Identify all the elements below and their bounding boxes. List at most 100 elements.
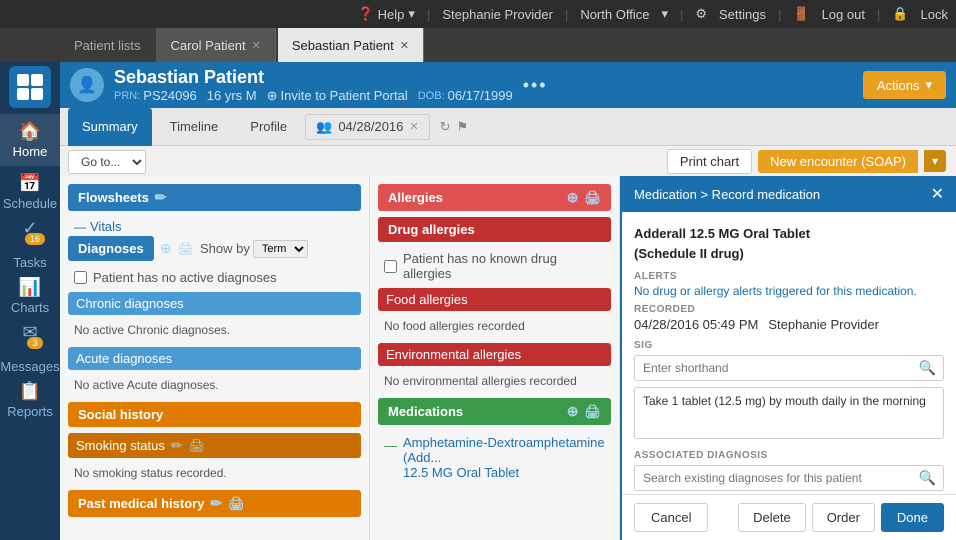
sidebar-item-reports[interactable]: 📋 Reports — [0, 374, 60, 426]
tab-timeline[interactable]: Timeline — [156, 108, 233, 146]
past-medical-print-icon[interactable]: 🖨 — [228, 496, 245, 512]
tab-summary[interactable]: Summary — [68, 108, 152, 146]
actions-chevron: ▾ — [925, 77, 932, 93]
diagnoses-add-icon[interactable]: ⊕ — [160, 240, 172, 257]
sebastian-patient-tab[interactable]: Sebastian Patient ✕ — [278, 28, 424, 62]
recorded-label: RECORDED — [634, 304, 944, 315]
sidebar-item-messages[interactable]: ✉ 3 Messages — [0, 322, 60, 374]
encounter-date-badge[interactable]: 👥 04/28/2016 ✕ — [305, 114, 429, 140]
patient-info: PRN: PS24096 16 yrs M ⊕ Invite to Patien… — [114, 88, 513, 104]
medication-item[interactable]: — Amphetamine-Dextroamphetamine (Add... … — [378, 431, 611, 484]
alerts-label: ALERTS — [634, 271, 944, 282]
cancel-button[interactable]: Cancel — [634, 503, 708, 532]
provider-name: Stephanie Provider — [442, 7, 553, 22]
sig-textarea[interactable]: Take 1 tablet (12.5 mg) by mouth daily i… — [634, 387, 944, 439]
acute-diagnoses-header: Acute diagnoses — [68, 347, 361, 370]
logout-icon: 🚪 — [793, 6, 809, 22]
patient-name: Sebastian Patient — [114, 67, 513, 88]
patient-lists-tab[interactable]: Patient lists — [60, 28, 154, 62]
order-button[interactable]: Order — [812, 503, 875, 532]
smoking-print-icon[interactable]: 🖨 — [189, 438, 206, 454]
sig-shorthand-input[interactable] — [634, 355, 944, 381]
allergies-print-icon[interactable]: 🖨 — [584, 190, 601, 206]
vitals-link[interactable]: Vitals — [68, 217, 361, 236]
assoc-diag-label: ASSOCIATED DIAGNOSIS — [634, 450, 944, 461]
past-medical-edit-icon[interactable]: ✏ — [210, 495, 222, 512]
flowsheets-title: Flowsheets — [78, 190, 149, 205]
recorded-text: 04/28/2016 05:49 PM Stephanie Provider — [634, 317, 944, 332]
social-history-title: Social history — [78, 407, 163, 422]
diagnoses-header: Diagnoses ⊕ 🖨 Show by Term — [68, 236, 361, 261]
sidebar-item-charts[interactable]: 📊 Charts — [0, 270, 60, 322]
sebastian-tab-close[interactable]: ✕ — [400, 39, 409, 52]
allergies-title: Allergies — [388, 190, 443, 205]
flag-icon[interactable]: ⚑ — [457, 119, 469, 135]
diagnoses-print-icon[interactable]: 🖨 — [177, 241, 194, 257]
assoc-diag-search-icon: 🔍 — [919, 470, 936, 487]
medications-print-icon[interactable]: 🖨 — [584, 404, 601, 420]
tab-profile[interactable]: Profile — [236, 108, 301, 146]
smoking-edit-icon[interactable]: ✏ — [171, 437, 183, 454]
goto-bar: Go to... — [60, 146, 260, 178]
med-dot-icon: — — [384, 438, 397, 453]
medication-record-close[interactable]: ✕ — [931, 184, 944, 204]
assoc-diag-input[interactable] — [634, 465, 944, 491]
settings-label[interactable]: Settings — [719, 7, 766, 22]
no-active-diagnoses-checkbox[interactable] — [74, 271, 87, 284]
medication-record-footer: Cancel Delete Order Done — [622, 494, 956, 540]
medication-record-title: Medication > Record medication — [634, 187, 820, 202]
actions-button[interactable]: Actions ▾ — [863, 71, 946, 99]
refresh-icon[interactable]: ↻ — [440, 119, 451, 135]
help-icon: ❓ — [357, 6, 373, 22]
diagnoses-title: Diagnoses — [68, 236, 154, 261]
medication-record-panel: Medication > Record medication ✕ Adderal… — [620, 176, 956, 540]
office-name: North Office — [580, 7, 649, 22]
middle-panel: Allergies ⊕ 🖨 Drug allergies Patient has… — [370, 176, 620, 540]
goto-dropdown[interactable]: Go to... — [68, 150, 146, 174]
social-history-header: Social history — [68, 402, 361, 427]
sidebar-item-schedule[interactable]: 📅 Schedule — [0, 166, 60, 218]
no-acute-text: No active Acute diagnoses. — [68, 374, 361, 396]
allergies-add-icon[interactable]: ⊕ — [567, 189, 579, 206]
sidebar-item-tasks[interactable]: ✓ 16 Tasks — [0, 218, 60, 270]
sub-nav: Summary Timeline Profile 👥 04/28/2016 ✕ … — [60, 108, 956, 146]
print-chart-button[interactable]: Print chart — [667, 149, 752, 174]
new-encounter-button[interactable]: New encounter (SOAP) — [758, 150, 918, 173]
sub-nav-icons: ↻ ⚑ — [440, 119, 469, 135]
patient-header: 👤 Sebastian Patient PRN: PS24096 16 yrs … — [60, 62, 956, 108]
top-actions: Print chart New encounter (SOAP) ▾ — [667, 146, 946, 176]
carol-patient-tab[interactable]: Carol Patient ✕ — [156, 28, 275, 62]
medications-title: Medications — [388, 404, 463, 419]
schedule-icon: 📅 — [19, 173, 41, 194]
encounter-badge-close[interactable]: ✕ — [409, 120, 418, 133]
invite-portal-link[interactable]: ⊕ Invite to Patient Portal — [267, 88, 408, 104]
reports-icon: 📋 — [19, 381, 41, 402]
show-by-select[interactable]: Term — [253, 240, 308, 258]
medication-record-content: Adderall 12.5 MG Oral Tablet (Schedule I… — [622, 212, 956, 494]
charts-icon: 📊 — [19, 277, 41, 298]
logout-label[interactable]: Log out — [822, 7, 865, 22]
carol-tab-close[interactable]: ✕ — [252, 39, 261, 52]
lock-label[interactable]: Lock — [921, 7, 948, 22]
drug-allergies-button[interactable]: Drug allergies — [378, 217, 611, 242]
home-icon: 🏠 — [19, 121, 41, 142]
alerts-text: No drug or allergy alerts triggered for … — [634, 284, 944, 298]
help-button[interactable]: ❓ Help ▾ — [357, 6, 414, 22]
more-options-button[interactable]: ••• — [523, 75, 548, 96]
delete-button[interactable]: Delete — [738, 503, 806, 532]
past-medical-title: Past medical history — [78, 496, 204, 511]
office-chevron: ▾ — [661, 6, 668, 22]
no-drug-allergies-checkbox[interactable] — [384, 260, 397, 273]
new-encounter-dropdown-button[interactable]: ▾ — [924, 150, 946, 172]
sidebar-item-home[interactable]: 🏠 Home — [0, 114, 60, 166]
medications-add-icon[interactable]: ⊕ — [567, 403, 579, 420]
flowsheets-edit-icon[interactable]: ✏ — [155, 189, 167, 206]
past-medical-header: Past medical history ✏ 🖨 — [68, 490, 361, 517]
no-active-diagnoses-row: Patient has no active diagnoses — [68, 267, 361, 288]
done-button[interactable]: Done — [881, 503, 944, 532]
lock-icon: 🔒 — [892, 6, 908, 22]
sig-search-icon: 🔍 — [919, 360, 936, 377]
sig-shorthand-row: 🔍 — [634, 355, 944, 381]
medication-record-header: Medication > Record medication ✕ — [622, 176, 956, 212]
medication-drug-title: Adderall 12.5 MG Oral Tablet (Schedule I… — [634, 224, 944, 263]
